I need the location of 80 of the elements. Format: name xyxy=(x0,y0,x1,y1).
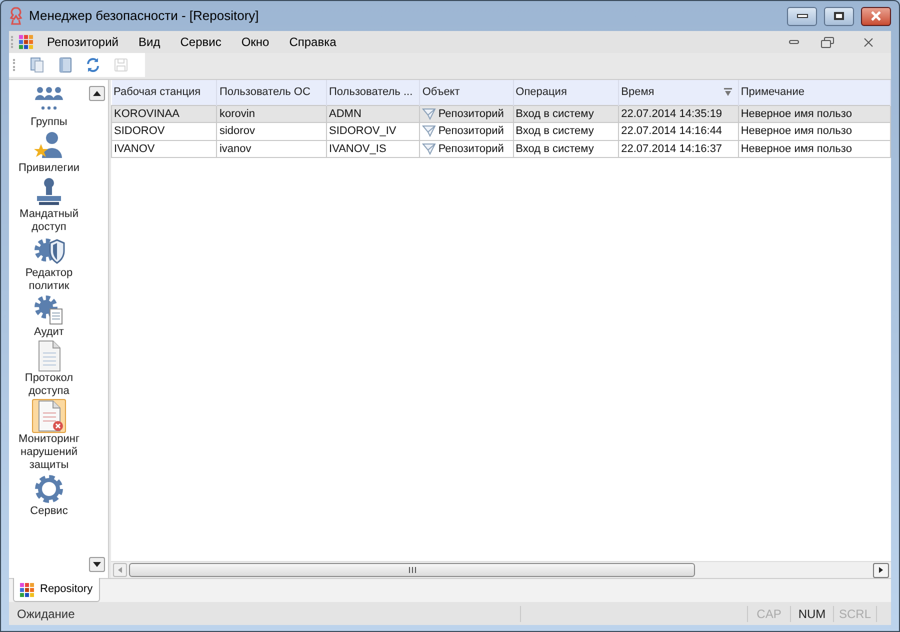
table-cell-text: Вход в систему xyxy=(516,106,594,122)
copy-icon[interactable] xyxy=(29,57,45,73)
table-cell-text: Неверное имя пользо xyxy=(740,142,852,156)
up-triangle-icon xyxy=(93,91,101,96)
sidebar-item[interactable]: Привилегии xyxy=(18,162,80,175)
window-title: Менеджер безопасности - [Repository] xyxy=(29,7,259,26)
sidebar-item[interactable]: Аудит xyxy=(34,326,64,339)
minimize-icon[interactable] xyxy=(789,40,799,44)
restore-icon[interactable] xyxy=(821,36,834,48)
table-cell-text: IVANOV xyxy=(114,142,155,156)
column-header[interactable]: Операция xyxy=(516,86,567,98)
refresh-icon[interactable] xyxy=(85,57,101,73)
table-cell-text: IVANOV_IS xyxy=(329,142,386,156)
selected-tool-button[interactable] xyxy=(32,399,66,433)
filter-icon[interactable] xyxy=(724,88,732,96)
paper-plane-icon xyxy=(422,142,436,155)
close-icon xyxy=(870,11,882,21)
sidebar-item[interactable]: Группы xyxy=(30,116,68,129)
table-cell-text: Репозиторий xyxy=(438,124,504,139)
table-cell-text: KOROVINAA xyxy=(114,106,180,122)
sidebar-item[interactable]: Протокол доступа xyxy=(9,372,89,398)
document-tab[interactable]: Repository xyxy=(13,578,100,602)
document-icon[interactable] xyxy=(57,57,73,73)
scrollbar-thumb[interactable] xyxy=(129,563,695,577)
table-cell-text: ivanov xyxy=(219,142,252,156)
paper-plane-icon xyxy=(422,125,436,138)
table-cell-text: Вход в систему xyxy=(516,124,594,139)
maximize-button[interactable] xyxy=(824,6,854,26)
table-cell-text: SIDOROV xyxy=(114,124,165,139)
table-cell-text: Неверное имя пользо xyxy=(740,106,852,122)
table-cell-text: sidorov xyxy=(219,124,255,139)
menu-item[interactable]: Репозиторий xyxy=(47,33,119,51)
table-cell-text: 22.07.2014 14:16:37 xyxy=(621,142,722,156)
paper-plane-icon xyxy=(422,108,436,120)
table-cell-text: Неверное имя пользо xyxy=(740,124,852,139)
table-cell-text: ADMN xyxy=(329,106,362,122)
sidebar-item[interactable]: Сервис xyxy=(30,505,68,518)
table-row[interactable]: IVANOV ivanov IVANOV_IS Репозиторий Вход в систему 22.07.2014 14:16:37 Неверное имя пользо xyxy=(112,140,890,158)
sidebar-item[interactable]: Мандатный доступ xyxy=(9,208,89,234)
table-cell-text: 22.07.2014 14:35:19 xyxy=(621,106,722,122)
gear-icon[interactable] xyxy=(33,473,65,505)
app-icon xyxy=(9,7,23,25)
status-text: Ожидание xyxy=(16,606,75,622)
status-indicator: CAP xyxy=(756,606,782,622)
table-cell-text: Вход в систему xyxy=(516,142,594,156)
horizontal-scrollbar[interactable] xyxy=(111,561,891,578)
table-cell-text: 22.07.2014 14:16:44 xyxy=(621,124,722,139)
minimize-button[interactable] xyxy=(787,6,817,26)
column-header[interactable]: Пользователь ОС xyxy=(219,86,310,98)
right-triangle-icon xyxy=(879,567,883,573)
table-row[interactable]: KOROVINAA korovin ADMN Репозиторий Вход в систему 22.07.2014 14:35:19 Неверное имя пользо xyxy=(112,105,890,122)
scroll-left-button[interactable] xyxy=(113,563,127,577)
status-indicator: SCRL xyxy=(838,606,872,622)
table-cell-text: korovin xyxy=(219,106,255,122)
scroll-right-button[interactable] xyxy=(873,562,889,578)
table-cell-text: SIDOROV_IV xyxy=(329,124,396,139)
menu-item[interactable]: Справка xyxy=(289,33,336,51)
left-triangle-icon xyxy=(118,567,122,573)
table-row[interactable]: SIDOROV sidorov SIDOROV_IV Репозиторий Вход в систему 22.07.2014 14:16:44 Неверное имя пользо xyxy=(112,122,890,140)
scroll-down-button[interactable] xyxy=(89,557,105,572)
sidebar-item[interactable]: Редактор политик xyxy=(9,267,89,293)
menu-item[interactable]: Вид xyxy=(138,33,160,51)
gear-document-icon[interactable] xyxy=(33,294,65,326)
column-header[interactable]: Объект xyxy=(422,86,460,98)
menu-item[interactable]: Сервис xyxy=(180,33,222,51)
down-triangle-icon xyxy=(93,562,101,567)
column-header[interactable]: Пользователь ... xyxy=(329,86,413,98)
column-header[interactable]: Рабочая станция xyxy=(114,86,201,98)
table-cell-text: Репозиторий xyxy=(438,142,504,156)
status-indicator: NUM xyxy=(797,606,827,622)
table-cell-text: Репозиторий xyxy=(438,106,504,122)
app-menu-icon[interactable] xyxy=(19,35,33,49)
scroll-up-button[interactable] xyxy=(89,86,105,101)
column-header[interactable]: Время xyxy=(621,86,654,98)
sidebar-item[interactable]: Мониторинг нарушений защиты xyxy=(9,433,89,472)
colored-squares-icon xyxy=(20,582,34,596)
menu-item[interactable]: Окно xyxy=(241,33,270,51)
column-header[interactable]: Примечание xyxy=(740,86,804,98)
close-icon[interactable] xyxy=(864,38,873,46)
close-button[interactable] xyxy=(861,6,891,26)
